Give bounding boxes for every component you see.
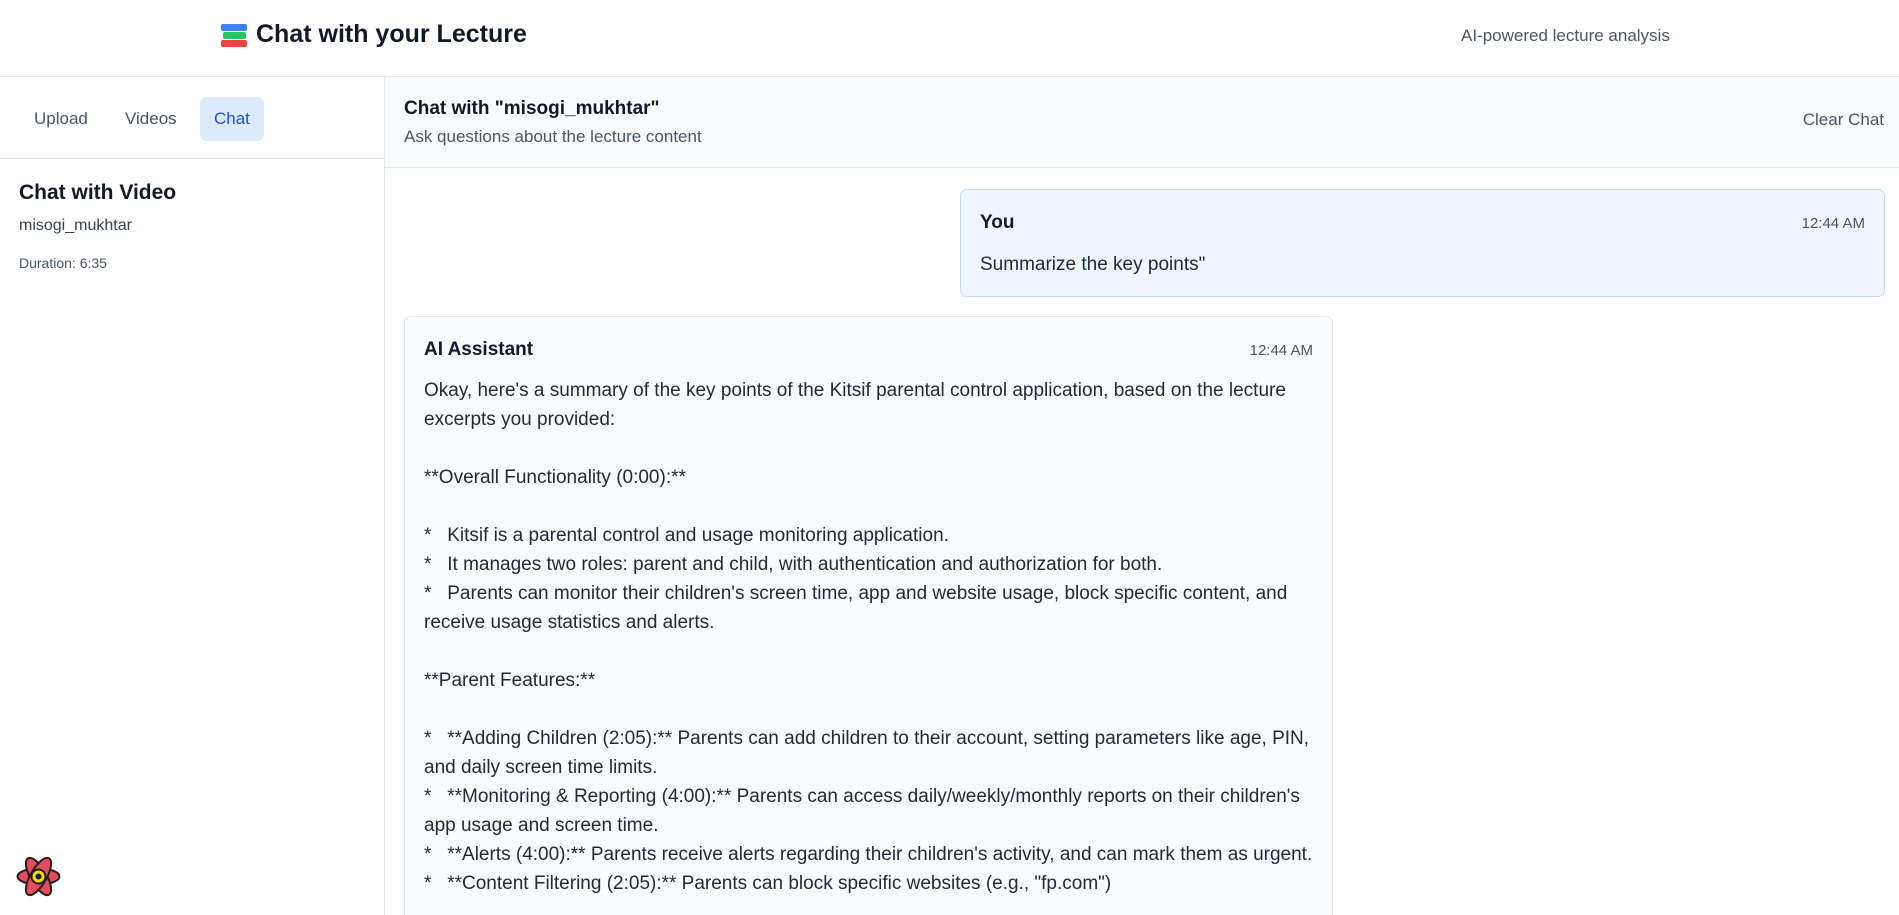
brand: Chat with your Lecture [220, 20, 527, 49]
video-info-panel: Chat with Video misogi_mukhtar Duration:… [0, 159, 384, 293]
video-panel-heading: Chat with Video [19, 181, 177, 204]
react-logo-icon[interactable] [14, 852, 63, 901]
message-author: AI Assistant [424, 339, 534, 360]
app-header: Chat with your Lecture AI-powered lectur… [0, 0, 1899, 77]
app-title: Chat with your Lecture [256, 20, 527, 48]
tab-upload[interactable]: Upload [20, 97, 102, 141]
app-tagline: AI-powered lecture analysis [1461, 26, 1670, 45]
chat-title: Chat with "misogi_mukhtar" [404, 98, 660, 119]
assistant-message: AI Assistant 12:44 AM Okay, here's a sum… [404, 316, 1333, 915]
sidebar: Upload Videos Chat Chat with Video misog… [0, 77, 385, 915]
chat-header: Chat with "misogi_mukhtar" Ask questions… [385, 77, 1899, 168]
message-author: You [980, 212, 1015, 233]
message-time: 12:44 AM [1249, 342, 1313, 359]
message-time: 12:44 AM [1801, 215, 1865, 232]
tab-chat[interactable]: Chat [200, 97, 264, 141]
tab-videos[interactable]: Videos [111, 97, 191, 141]
books-icon [220, 22, 248, 48]
message-text: Summarize the key points" [980, 254, 1206, 275]
clear-chat-button[interactable]: Clear Chat [1803, 110, 1884, 130]
chat-panel: Chat with "misogi_mukhtar" Ask questions… [385, 77, 1899, 915]
chat-subtitle: Ask questions about the lecture content [404, 127, 702, 146]
user-message: You 12:44 AM Summarize the key points" [960, 189, 1885, 297]
message-text: Okay, here's a summary of the key points… [424, 380, 1313, 894]
video-name: misogi_mukhtar [19, 217, 132, 234]
video-duration: Duration: 6:35 [19, 255, 107, 271]
sidebar-tabs: Upload Videos Chat [0, 77, 384, 159]
